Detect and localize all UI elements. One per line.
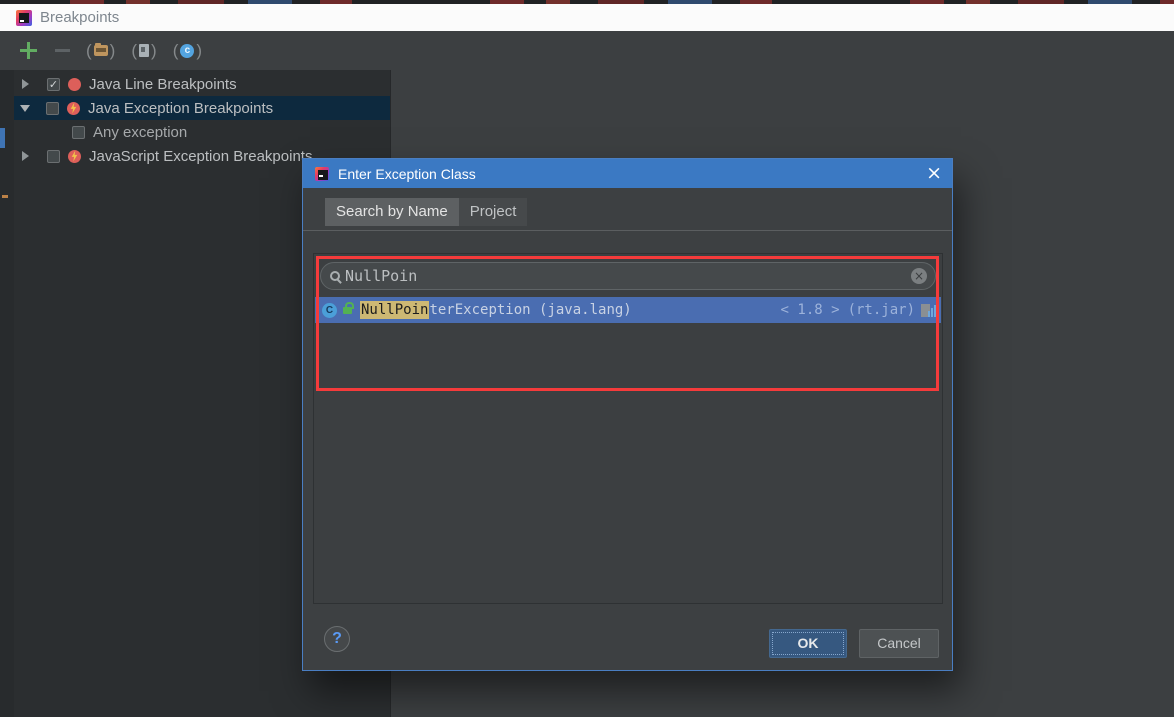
line-breakpoint-icon bbox=[68, 78, 81, 91]
tab-project[interactable]: Project bbox=[459, 198, 528, 226]
class-icon: C bbox=[322, 303, 337, 318]
enter-exception-class-dialog: Enter Exception Class × Search by NamePr… bbox=[302, 158, 953, 671]
clear-search-icon[interactable]: × bbox=[911, 268, 927, 284]
group-by-file-button[interactable]: () bbox=[86, 41, 115, 61]
add-breakpoint-icon[interactable] bbox=[20, 42, 37, 59]
checkbox-unchecked[interactable] bbox=[47, 150, 60, 163]
tree-item-label: Java Exception Breakpoints bbox=[88, 100, 273, 117]
tab-search-by-name[interactable]: Search by Name bbox=[325, 198, 459, 226]
exception-breakpoint-icon bbox=[67, 102, 80, 115]
search-input[interactable] bbox=[345, 267, 911, 285]
remove-breakpoint-icon[interactable] bbox=[55, 49, 70, 52]
gutter-orange-marker bbox=[2, 195, 8, 198]
tabs-underline bbox=[303, 230, 952, 231]
intellij-logo-icon bbox=[315, 167, 329, 181]
dialog-title: Enter Exception Class bbox=[338, 166, 476, 182]
folder-icon bbox=[94, 45, 108, 56]
gutter-blue-marker bbox=[0, 128, 5, 148]
match-highlight: NullPoin bbox=[360, 301, 429, 319]
intellij-logo-icon bbox=[16, 10, 32, 26]
tree-row-any-exception[interactable]: Any exception bbox=[14, 120, 390, 144]
tree-item-label: Any exception bbox=[93, 124, 187, 141]
dialog-titlebar[interactable]: Enter Exception Class × bbox=[303, 159, 952, 188]
window-title: Breakpoints bbox=[40, 9, 119, 26]
breakpoints-window-titlebar: Breakpoints bbox=[0, 4, 1174, 31]
class-circle-icon: c bbox=[180, 44, 194, 58]
breakpoints-toolbar: () () (c) bbox=[0, 31, 1174, 70]
close-icon[interactable]: × bbox=[926, 164, 942, 183]
result-jar: (rt.jar) bbox=[848, 302, 915, 318]
checkbox-checked[interactable]: ✓ bbox=[47, 78, 60, 91]
tree-item-label: Java Line Breakpoints bbox=[89, 76, 237, 93]
result-row-nullpointerexception[interactable]: C NullPointerException (java.lang) < 1.8… bbox=[315, 297, 941, 323]
chevron-right-icon[interactable] bbox=[22, 151, 29, 161]
class-search-box[interactable]: × bbox=[320, 262, 936, 290]
search-icon bbox=[330, 271, 340, 281]
editor-gutter-strip bbox=[0, 70, 14, 717]
result-version: < 1.8 > bbox=[781, 302, 840, 318]
exception-breakpoint-icon bbox=[68, 150, 81, 163]
library-icon bbox=[921, 304, 936, 317]
search-results-panel: × C NullPointerException (java.lang) < 1… bbox=[313, 253, 943, 604]
ok-button[interactable]: OK bbox=[769, 629, 847, 658]
checkbox-unchecked[interactable] bbox=[72, 126, 85, 139]
cancel-button[interactable]: Cancel bbox=[859, 629, 939, 658]
chevron-right-icon[interactable] bbox=[22, 79, 29, 89]
tree-row-java-line-breakpoints[interactable]: ✓ Java Line Breakpoints bbox=[14, 72, 390, 96]
result-rest-text: terException (java.lang) bbox=[429, 302, 631, 318]
chevron-down-icon[interactable] bbox=[20, 105, 30, 112]
dialog-tabs: Search by NameProject bbox=[303, 188, 952, 226]
checkbox-unchecked[interactable] bbox=[46, 102, 59, 115]
group-by-class-button[interactable]: (c) bbox=[173, 41, 202, 61]
help-button[interactable]: ? bbox=[324, 626, 350, 652]
public-modifier-icon bbox=[343, 307, 352, 314]
tree-item-label: JavaScript Exception Breakpoints bbox=[89, 148, 312, 165]
file-icon bbox=[139, 44, 149, 57]
tree-row-java-exception-breakpoints[interactable]: Java Exception Breakpoints bbox=[14, 96, 390, 120]
group-by-package-button[interactable]: () bbox=[131, 41, 156, 61]
